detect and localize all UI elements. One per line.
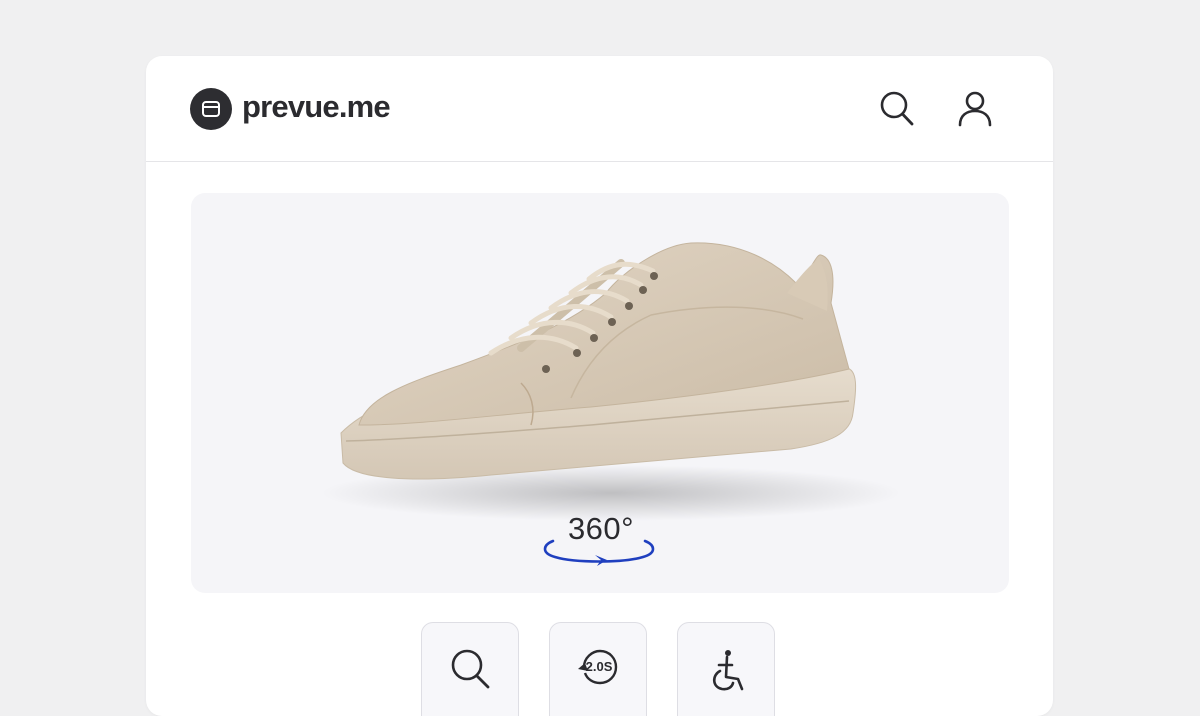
rotate-arrow-icon[interactable] bbox=[539, 533, 659, 569]
brand-name[interactable]: prevue.me bbox=[242, 89, 391, 125]
user-icon bbox=[958, 91, 992, 127]
accessibility-button[interactable] bbox=[677, 622, 775, 716]
product-3d-viewer[interactable]: 360° bbox=[191, 193, 1009, 593]
zoom-button[interactable] bbox=[421, 622, 519, 716]
header: prevue.me bbox=[146, 56, 1053, 162]
card-icon[interactable] bbox=[190, 88, 232, 130]
search-icon bbox=[880, 91, 914, 126]
replay-duration: 2.0S bbox=[585, 659, 613, 674]
zoom-icon bbox=[451, 649, 490, 689]
replay-button[interactable]: 2.0S bbox=[549, 622, 647, 716]
account-button[interactable] bbox=[955, 89, 995, 129]
search-button[interactable] bbox=[877, 89, 917, 129]
accessibility-icon bbox=[712, 650, 744, 691]
product-card: prevue.me 360° 2.0S bbox=[146, 56, 1053, 716]
